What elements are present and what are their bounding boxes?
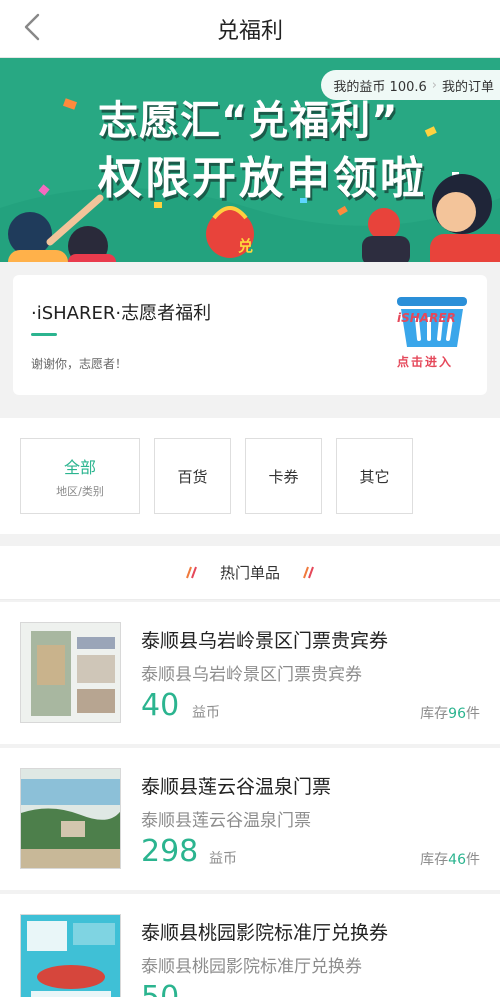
filter-all[interactable]: 全部 地区/类别	[20, 438, 140, 514]
ticket-thumbnail	[21, 623, 120, 722]
filter-vouchers[interactable]: 卡券	[245, 438, 322, 514]
filter-other[interactable]: 其它	[336, 438, 413, 514]
product-title: 泰顺县桃园影院标准厅兑换券	[141, 922, 389, 944]
filter-sublabel: 地区/类别	[56, 484, 104, 498]
filter-label: 其它	[359, 467, 390, 486]
stock-count: 46	[448, 852, 466, 868]
welfare-card[interactable]: ·iSHARER·志愿者福利 谢谢你，志愿者！ iSHARER 点击进入	[13, 275, 487, 395]
product-title: 泰顺县莲云谷温泉门票	[141, 776, 332, 798]
welfare-subtitle: 谢谢你，志愿者！	[31, 357, 128, 371]
price-unit: 益币	[209, 851, 237, 867]
product-item[interactable]: 泰顺县莲云谷温泉门票 泰顺县莲云谷温泉门票 298 益币 库存46件	[0, 748, 500, 890]
welfare-divider	[31, 333, 57, 336]
chevron-right-icon: ›	[431, 77, 437, 93]
slash-decor-icon	[303, 566, 314, 579]
stock-info: 库存46件	[420, 849, 480, 869]
welfare-section: ·iSHARER·志愿者福利 谢谢你，志愿者！ iSHARER 点击进入	[0, 262, 500, 418]
product-item[interactable]: 泰顺县桃园影院标准厅兑换券 泰顺县桃园影院标准厅兑换券 50 益币 库存件	[0, 894, 500, 997]
stock-suffix: 件	[466, 852, 480, 868]
top-bar: 兑福利	[0, 0, 500, 58]
product-thumbnail	[20, 622, 121, 723]
orders-link[interactable]: 我的订单	[442, 76, 494, 95]
filter-bar: 全部 地区/类别 百货 卡券 其它	[0, 418, 500, 534]
filter-label: 百货	[177, 467, 208, 486]
hotspring-thumbnail	[21, 769, 120, 868]
basket-cta: 点击进入	[397, 355, 454, 369]
welfare-title: ·iSHARER·志愿者福利	[31, 303, 212, 324]
banner-headline-2: 权限开放申领啦	[98, 153, 427, 204]
product-thumbnail	[20, 914, 121, 997]
basket-brand: iSHARER	[397, 311, 456, 325]
coin-balance[interactable]: 我的益币 100.6	[333, 76, 426, 95]
stock-prefix: 库存	[420, 852, 449, 868]
product-subtitle: 泰顺县乌岩岭景区门票贵宾券	[141, 665, 362, 685]
product-subtitle: 泰顺县桃园影院标准厅兑换券	[141, 957, 362, 977]
enter-basket-button[interactable]: iSHARER 点击进入	[391, 293, 473, 375]
hot-section-header: 热门单品	[0, 546, 500, 600]
product-price: 40	[141, 688, 180, 723]
coin-pill[interactable]: 我的益币 100.6 › 我的订单	[321, 70, 500, 100]
cinema-thumbnail	[21, 915, 120, 997]
stock-count: 96	[448, 706, 466, 722]
product-price: 50	[141, 980, 179, 997]
banner-bag-badge: 兑	[238, 237, 254, 255]
product-price: 298	[141, 834, 199, 869]
filter-label: 全部	[63, 457, 96, 477]
price-unit: 益币	[192, 705, 220, 721]
product-subtitle: 泰顺县莲云谷温泉门票	[141, 811, 311, 831]
stock-info: 库存96件	[420, 703, 480, 723]
stock-suffix: 件	[466, 706, 480, 722]
stock-prefix: 库存	[420, 706, 449, 722]
product-title: 泰顺县乌岩岭景区门票贵宾券	[141, 630, 389, 652]
product-thumbnail	[20, 768, 121, 869]
hot-title: 热门单品	[219, 564, 280, 582]
promo-banner[interactable]: 志愿汇“兑福利” 权限开放申领啦 兑 我的益币 100.6 › 我的订单	[0, 58, 500, 262]
page-title: 兑福利	[216, 19, 283, 44]
filter-label: 卡券	[268, 467, 299, 486]
product-item[interactable]: 泰顺县乌岩岭景区门票贵宾券 泰顺县乌岩岭景区门票贵宾券 40 益币 库存96件	[0, 602, 500, 744]
filter-general-goods[interactable]: 百货	[154, 438, 231, 514]
